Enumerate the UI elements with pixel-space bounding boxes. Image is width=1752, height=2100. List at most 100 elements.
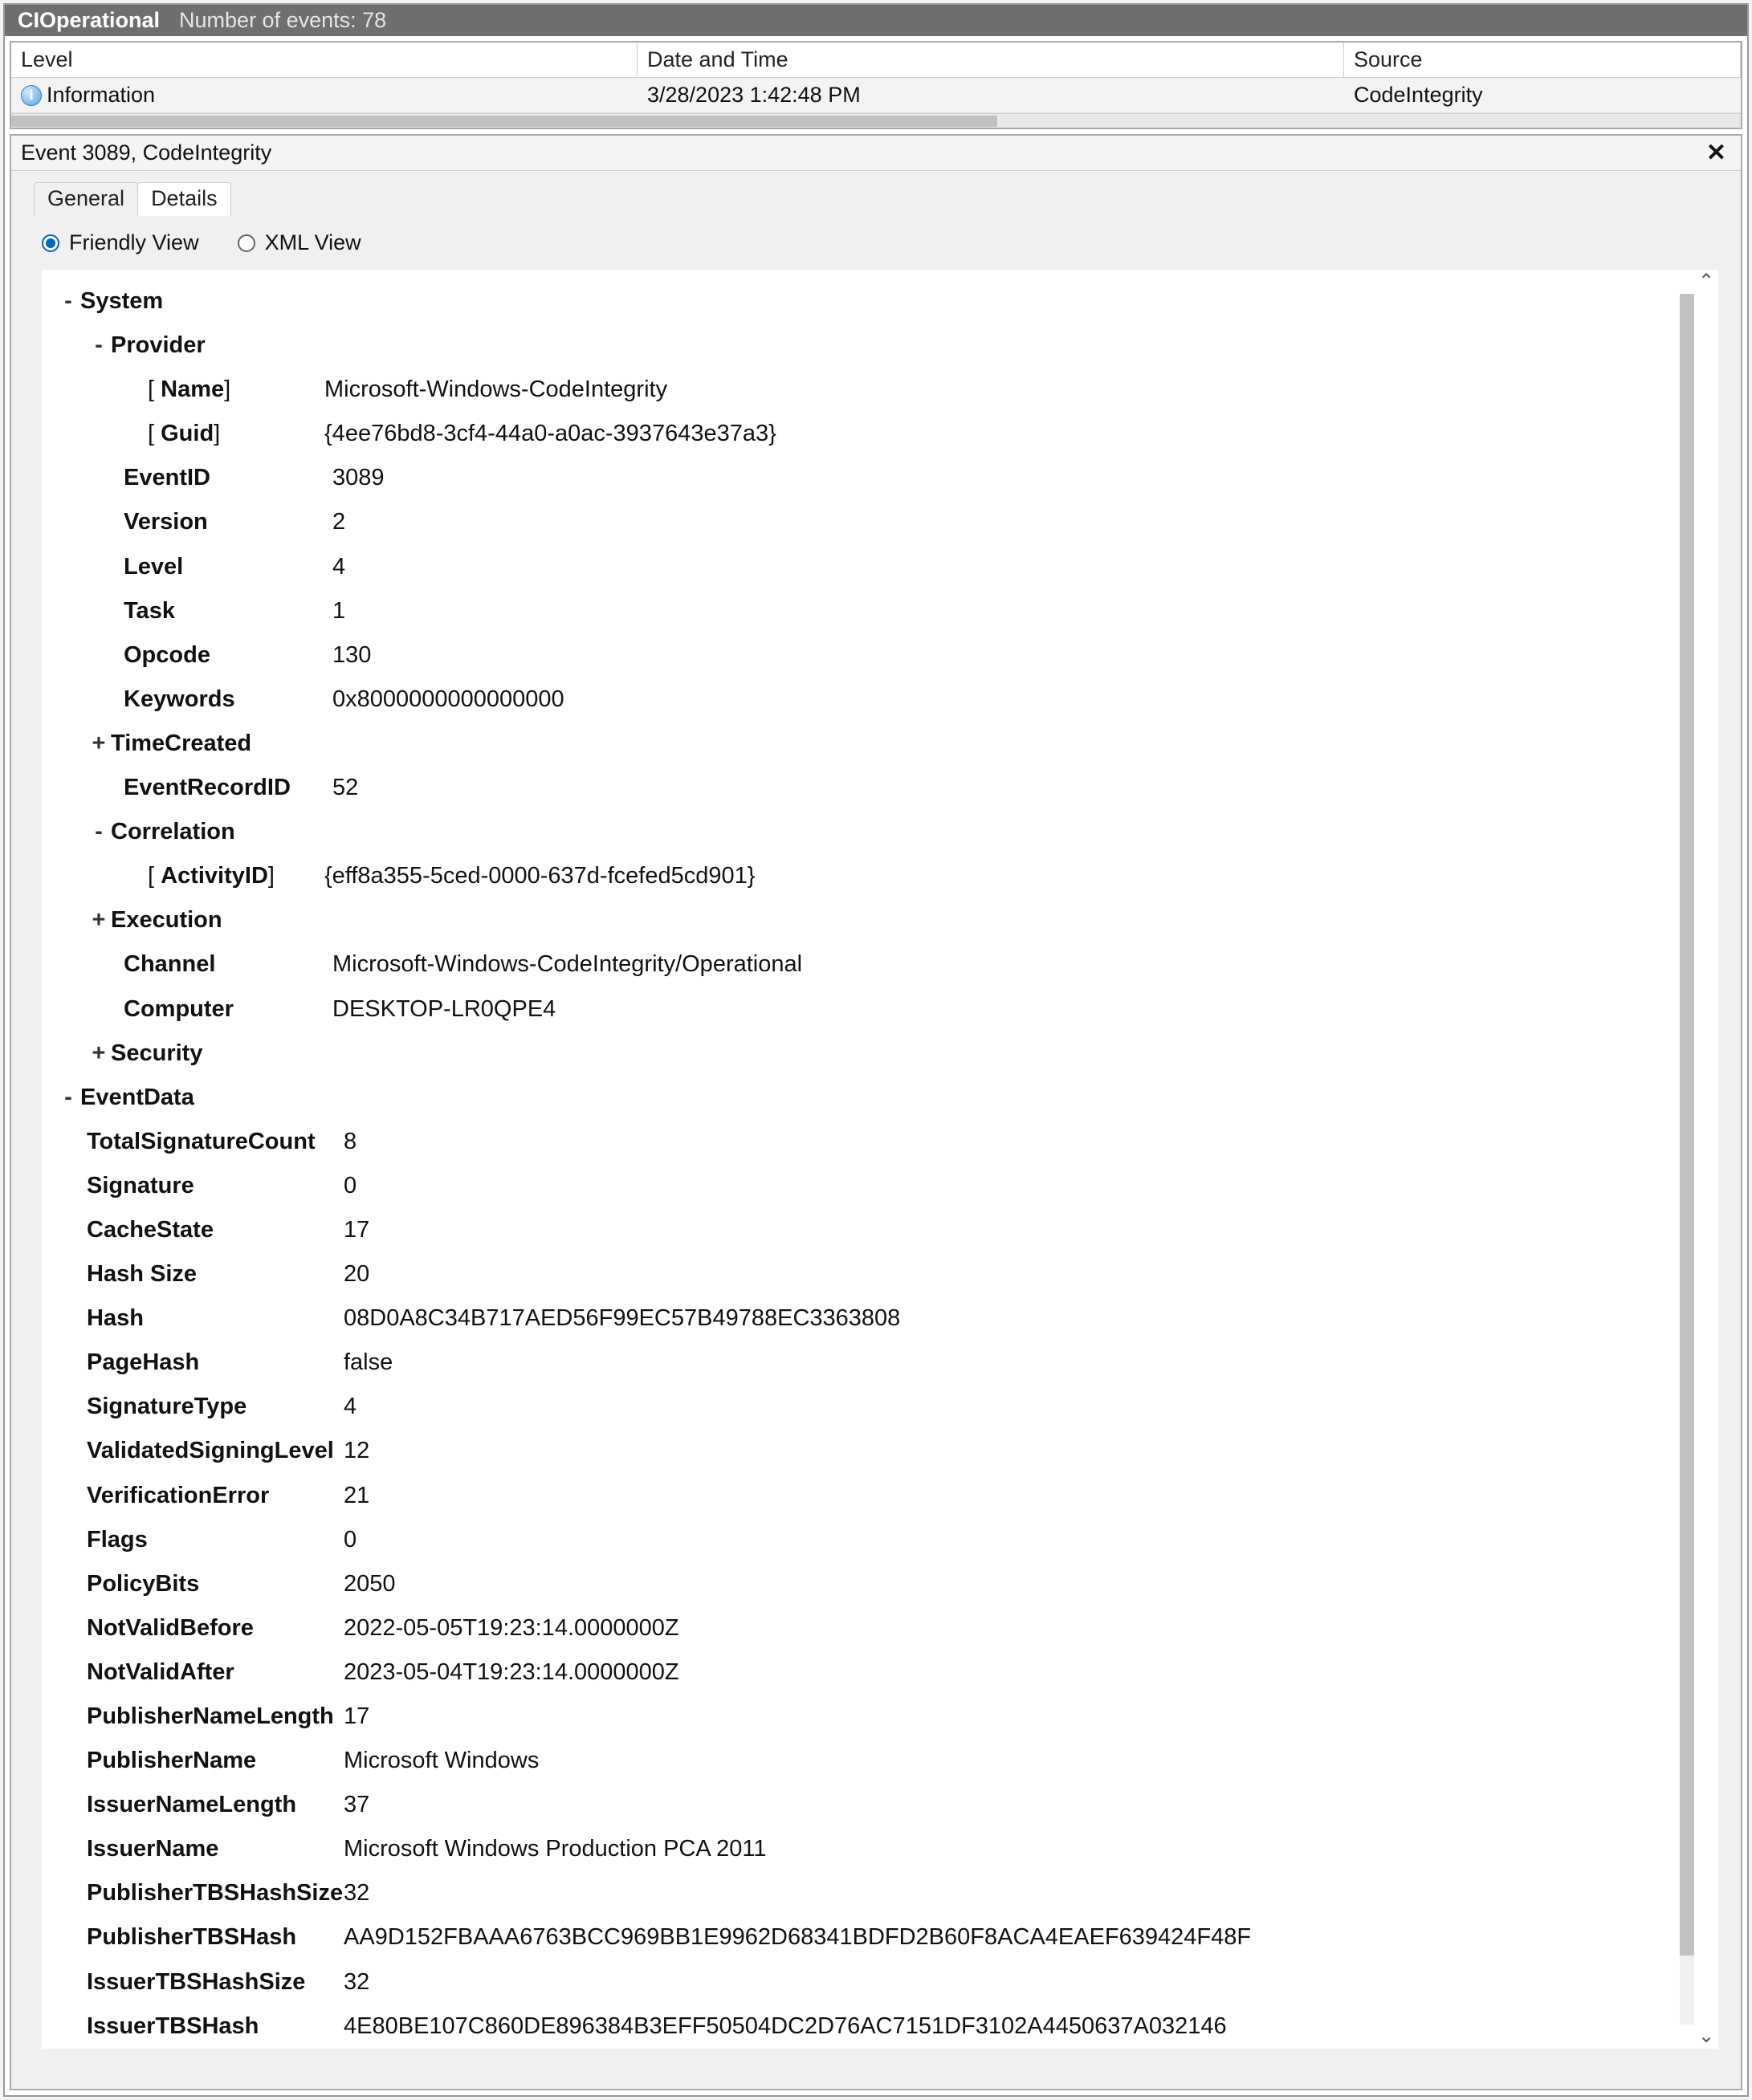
provider-guid-value: {4ee76bd8-3cf4-44a0-a0ac-3937643e37a3}: [324, 412, 776, 456]
eventdata-key: VerificationError: [87, 1474, 344, 1518]
tree-toggle-eventdata[interactable]: -: [56, 1076, 80, 1120]
eventdata-key: PublisherTBSHashSize: [87, 1871, 344, 1915]
eventdata-row: IssuerTBSHashSize32: [87, 1960, 1704, 2004]
channel-label: Channel: [124, 942, 332, 987]
tree-node-execution[interactable]: Execution: [111, 898, 222, 942]
eventdata-key: IssuerTBSHash: [87, 2004, 344, 2049]
eventdata-value: 20: [344, 1252, 369, 1296]
eventdata-value: 2050: [344, 1562, 396, 1606]
channel-value: Microsoft-Windows-CodeIntegrity/Operatio…: [332, 942, 802, 987]
computer-value: DESKTOP-LR0QPE4: [332, 987, 556, 1032]
eventdata-value: AA9D152FBAAA6763BCC969BB1E9962D68341BDFD…: [344, 1915, 1251, 1960]
eventdata-row: TotalSignatureCount8: [87, 1120, 1704, 1164]
col-header-source[interactable]: Source: [1344, 43, 1741, 77]
radio-empty-icon: [238, 234, 255, 252]
eventdata-value: 0: [344, 1518, 357, 1562]
level-label: Level: [124, 545, 332, 589]
events-grid: Level Date and Time Source i Information…: [10, 41, 1742, 129]
tree-toggle-provider[interactable]: -: [87, 324, 111, 368]
eventdata-row: IssuerNameMicrosoft Windows Production P…: [87, 1827, 1704, 1871]
scroll-up-icon[interactable]: ⌃: [1694, 270, 1718, 294]
eventdata-value: Microsoft Windows: [344, 1739, 539, 1783]
tree-node-correlation[interactable]: Correlation: [111, 810, 235, 854]
eventdata-key: CacheState: [87, 1208, 344, 1252]
provider-guid-attr: [ Guid]: [148, 412, 324, 456]
radio-friendly-view[interactable]: Friendly View: [42, 230, 199, 255]
eventdata-value: 4: [344, 1385, 357, 1429]
eventdata-key: Hash Size: [87, 1252, 344, 1296]
task-value: 1: [332, 589, 345, 633]
version-label: Version: [124, 500, 332, 544]
tree-scroll-thumb[interactable]: [1680, 294, 1694, 1956]
tree-node-timecreated[interactable]: TimeCreated: [111, 722, 251, 766]
eventdata-key: PageHash: [87, 1341, 344, 1385]
eventdata-key: IssuerName: [87, 1827, 344, 1871]
grid-horizontal-scroll-thumb[interactable]: [11, 116, 997, 127]
scroll-down-icon[interactable]: ⌄: [1694, 2025, 1718, 2049]
close-icon[interactable]: ✕: [1701, 139, 1731, 167]
eventdata-row: CacheState17: [87, 1208, 1704, 1252]
tree-node-security[interactable]: Security: [111, 1032, 202, 1076]
eventdata-row: NotValidBefore2022-05-05T19:23:14.000000…: [87, 1606, 1704, 1650]
eventdata-value: Microsoft Windows Production PCA 2011: [344, 1827, 767, 1871]
activityid-attr: [ ActivityID]: [148, 854, 324, 898]
eventdata-value: 17: [344, 1695, 369, 1739]
eventdata-row: Hash08D0A8C34B717AED56F99EC57B49788EC336…: [87, 1296, 1704, 1341]
row-date-value: 3/28/2023 1:42:48 PM: [638, 78, 1344, 112]
tree-node-provider[interactable]: Provider: [111, 324, 206, 368]
eventdata-key: IssuerNameLength: [87, 1783, 344, 1827]
row-source-value: CodeIntegrity: [1344, 78, 1741, 112]
provider-name-value: Microsoft-Windows-CodeIntegrity: [324, 368, 667, 412]
tree-scroll-track[interactable]: [1680, 294, 1694, 2025]
eventdata-value: 0: [344, 1164, 357, 1208]
eventdata-key: PublisherNameLength: [87, 1695, 344, 1739]
tree-toggle-timecreated[interactable]: +: [87, 722, 111, 766]
eventdata-value: 2022-05-05T19:23:14.0000000Z: [344, 1606, 679, 1650]
tree-vertical-scrollbar[interactable]: ⌃ ⌄: [1694, 270, 1718, 2049]
eventdata-key: ValidatedSigningLevel: [87, 1429, 344, 1473]
keywords-value: 0x8000000000000000: [332, 678, 564, 722]
eventdata-value: 08D0A8C34B717AED56F99EC57B49788EC3363808: [344, 1296, 900, 1341]
titlebar: CIOperational Number of events: 78: [5, 5, 1747, 36]
col-header-level[interactable]: Level: [11, 43, 638, 77]
titlebar-log-name: CIOperational: [18, 8, 160, 33]
eventdata-row: SignatureType4: [87, 1385, 1704, 1429]
col-header-date[interactable]: Date and Time: [638, 43, 1344, 77]
eventdata-row: VerificationError21: [87, 1474, 1704, 1518]
eventdata-key: SignatureType: [87, 1385, 344, 1429]
eventrecordid-label: EventRecordID: [124, 766, 332, 810]
task-label: Task: [124, 589, 332, 633]
events-grid-header: Level Date and Time Source: [11, 43, 1741, 78]
tab-general[interactable]: General: [34, 182, 138, 216]
radio-xml-view[interactable]: XML View: [238, 230, 361, 255]
eventdata-row: ValidatedSigningLevel12: [87, 1429, 1704, 1473]
eventdata-row: NotValidAfter2023-05-04T19:23:14.0000000…: [87, 1650, 1704, 1695]
eventdata-value: 8: [344, 1120, 357, 1164]
eventdata-row: PublisherNameLength17: [87, 1695, 1704, 1739]
eventdata-value: 21: [344, 1474, 369, 1518]
tree-node-eventdata[interactable]: EventData: [80, 1076, 194, 1120]
eventdata-key: PublisherName: [87, 1739, 344, 1783]
eventdata-row: PublisherNameMicrosoft Windows: [87, 1739, 1704, 1783]
eventdata-value: 17: [344, 1208, 369, 1252]
eventdata-key: Hash: [87, 1296, 344, 1341]
info-icon: i: [21, 85, 42, 106]
tree-node-system[interactable]: System: [80, 279, 163, 324]
radio-dot-icon: [42, 234, 59, 252]
tree-toggle-execution[interactable]: +: [87, 898, 111, 942]
tree-toggle-correlation[interactable]: -: [87, 810, 111, 854]
eventdata-key: PolicyBits: [87, 1562, 344, 1606]
keywords-label: Keywords: [124, 678, 332, 722]
tab-details[interactable]: Details: [137, 182, 231, 216]
eventdata-value: 32: [344, 1871, 369, 1915]
row-level-value: Information: [47, 83, 155, 108]
tree-toggle-system[interactable]: -: [56, 279, 80, 324]
eventdata-key: NotValidBefore: [87, 1606, 344, 1650]
activityid-value: {eff8a355-5ced-0000-637d-fcefed5cd901}: [324, 854, 755, 898]
events-grid-row[interactable]: i Information 3/28/2023 1:42:48 PM CodeI…: [11, 78, 1741, 113]
grid-horizontal-scrollbar[interactable]: [11, 113, 1741, 128]
tree-toggle-security[interactable]: +: [87, 1032, 111, 1076]
event-xml-tree: - System - Provider: [42, 270, 1718, 2049]
eventdata-row: Hash Size20: [87, 1252, 1704, 1296]
eventdata-key: TotalSignatureCount: [87, 1120, 344, 1164]
